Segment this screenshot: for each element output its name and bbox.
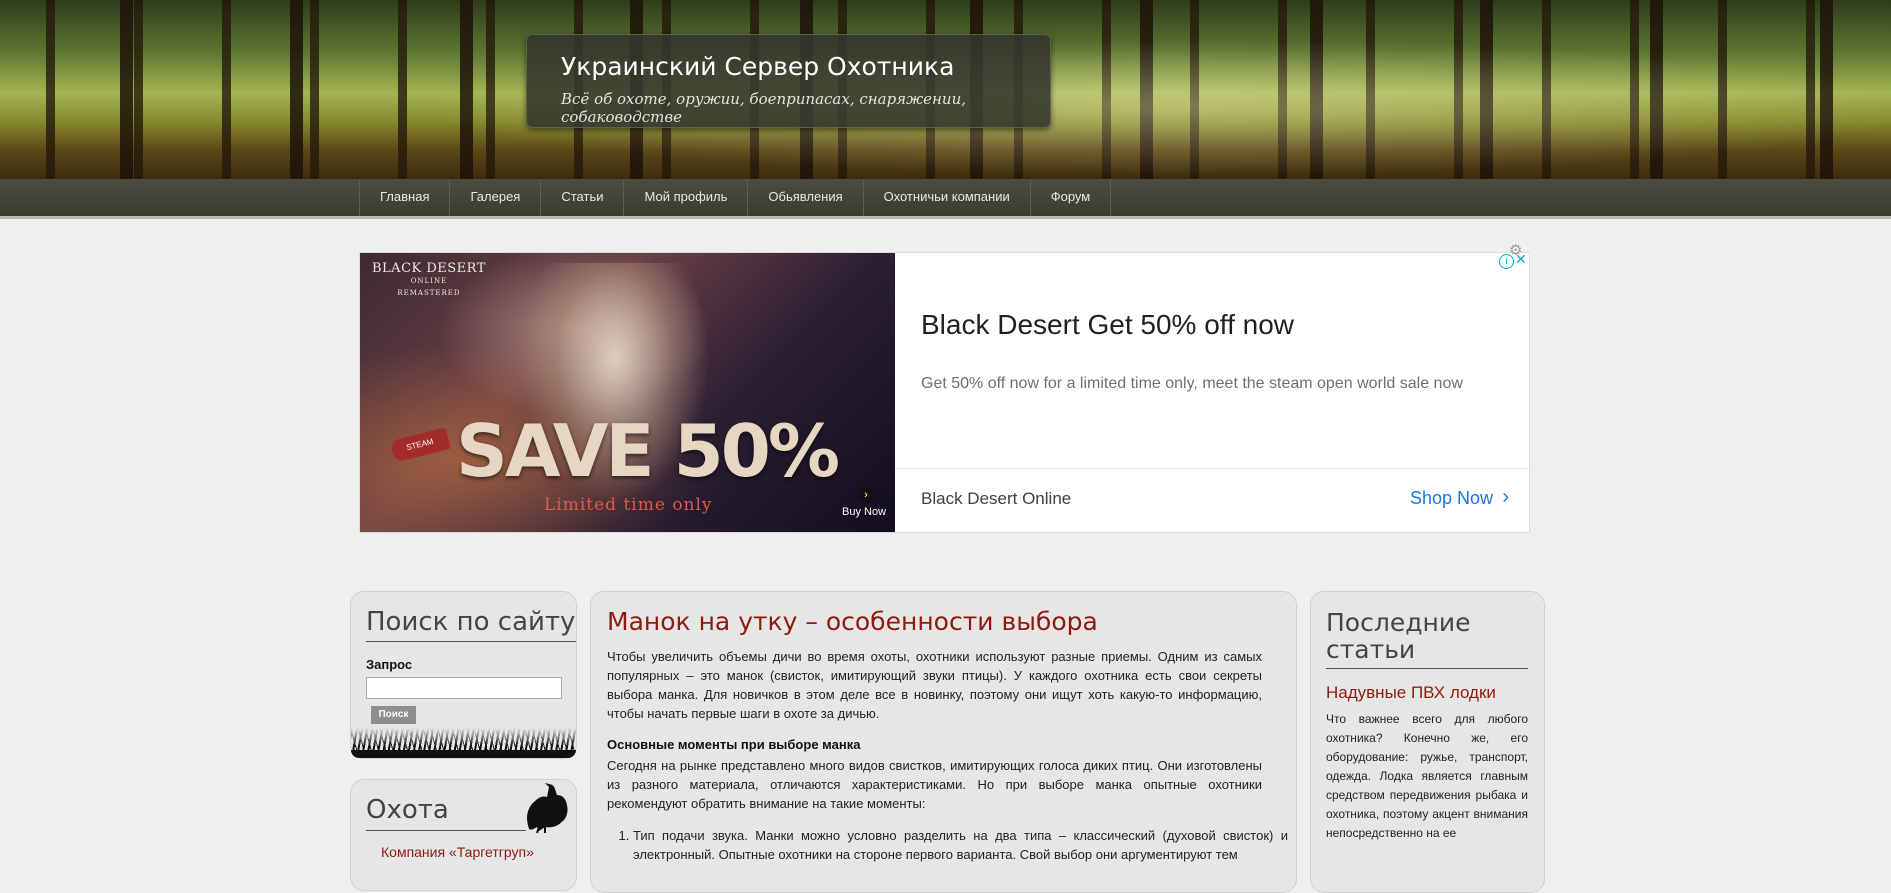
article-subheading: Основные моменты при выборе манка [607,737,861,752]
nav-item-home[interactable]: Главная [360,179,451,216]
ad-brand-line1: BLACK DESERT [372,261,486,276]
recent-articles-heading: Последние статьи [1326,609,1528,669]
article-list: Тип подачи звука. Манки можно условно ра… [607,826,1288,864]
ad-brand-logo: BLACK DESERT ONLINE REMASTERED [372,261,486,299]
site-title-box: Украинский Сервер Охотника Всё об охоте,… [526,34,1051,128]
ad-buy-now[interactable]: Buy Now [842,506,886,518]
site-title[interactable]: Украинский Сервер Охотника [561,52,954,81]
recent-article-excerpt: Что важнее всего для любого охотника? Ко… [1326,712,1528,840]
recent-article-link[interactable]: Надувные ПВХ лодки [1326,683,1496,703]
ad-description: Get 50% off now for a limited time only,… [921,375,1463,392]
ad-footer: Black Desert Online Shop Now › [895,468,1529,533]
ad-advertiser[interactable]: Black Desert Online [921,489,1071,509]
info-icon[interactable]: i [1499,254,1514,269]
ad-brand-line3: REMASTERED [397,289,461,297]
grouse-icon [527,783,568,833]
hunting-link-targetgroup[interactable]: Компания «Таргетгруп» [381,844,534,860]
search-label: Запрос [366,657,413,672]
ad-save-text: SAVE 50% [456,409,840,493]
article-intro: Чтобы увеличить объемы дичи во время охо… [607,649,1262,721]
hunting-heading: Охота [366,795,526,831]
main-navbar: Главная Галерея Статьи Мой профиль Обьяв… [0,179,1891,219]
search-input[interactable] [366,677,562,699]
steam-tag: STEAM [389,427,451,463]
site-tagline: Всё об охоте, оружии, боеприпасах, снаря… [561,90,967,126]
chevron-right-icon[interactable]: › [858,487,874,503]
chevron-right-icon[interactable]: › [1502,486,1509,509]
ad-banner[interactable]: BLACK DESERT ONLINE REMASTERED STEAM SAV… [359,242,1530,533]
nav-item-hunting-companies[interactable]: Охотничьи компании [864,179,1031,216]
list-item: Тип подачи звука. Манки можно условно ра… [633,826,1288,864]
main-nav: Главная Галерея Статьи Мой профиль Обьяв… [359,179,1112,216]
search-heading: Поиск по сайту [366,607,576,642]
ad-limited-text: Limited time only [544,495,713,515]
ad-headline[interactable]: Black Desert Get 50% off now [921,309,1294,341]
header-banner: Украинский Сервер Охотника Всё об охоте,… [0,0,1891,179]
search-button[interactable]: Поиск [371,706,416,724]
article-panel: Манок на утку – особенности выбора Чтобы… [590,591,1297,893]
nav-item-gallery[interactable]: Галерея [450,179,542,216]
recent-articles-panel: Последние статьи Надувные ПВХ лодки Что … [1310,591,1545,893]
search-panel: Поиск по сайту Запрос Поиск [350,591,577,759]
close-icon[interactable]: ✕ [1515,251,1527,268]
nav-item-profile[interactable]: Мой профиль [624,179,749,216]
nav-item-forum[interactable]: Форум [1031,179,1112,216]
grass-base-decoration [351,750,576,758]
article-paragraph: Сегодня на рынке представлено много видо… [607,758,1262,811]
nav-item-articles[interactable]: Статьи [541,179,625,216]
ad-image[interactable]: BLACK DESERT ONLINE REMASTERED STEAM SAV… [360,253,895,532]
hunting-panel: Охота Компания «Таргетгруп» [350,779,577,891]
ad-shop-now-button[interactable]: Shop Now [1410,488,1493,509]
ad-brand-line2: ONLINE [410,277,448,285]
article-title[interactable]: Манок на утку – особенности выбора [607,607,1098,636]
nav-item-classifieds[interactable]: Обьявления [748,179,864,216]
